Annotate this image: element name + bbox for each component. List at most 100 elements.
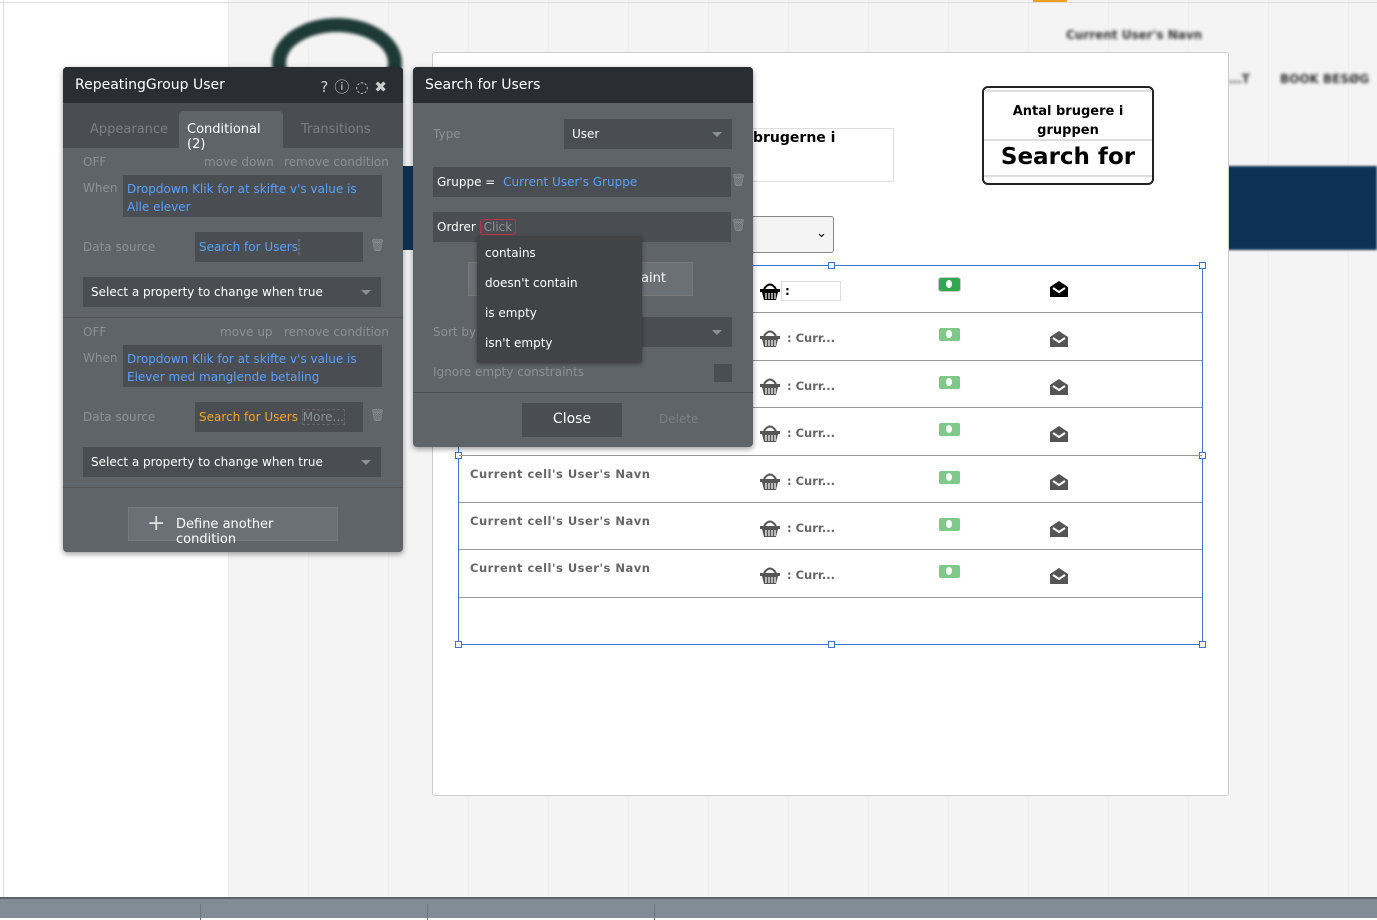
envelope-icon[interactable] bbox=[1049, 280, 1069, 298]
order-value: : Curr... bbox=[787, 331, 836, 346]
condition-block: OFF move up remove condition When Dropdo… bbox=[63, 318, 403, 488]
sort-label: Sort by bbox=[433, 325, 477, 339]
tab-bar: Appearance Conditional (2) Transitions bbox=[63, 103, 403, 152]
envelope-icon[interactable] bbox=[1049, 473, 1069, 491]
caret-down-icon bbox=[361, 290, 371, 295]
money-icon bbox=[939, 423, 960, 437]
basket-icon bbox=[759, 519, 781, 537]
list-item[interactable]: Current cell's User's Navn : Curr... bbox=[459, 550, 1202, 598]
operator-option[interactable]: contains bbox=[477, 236, 642, 266]
trash-icon[interactable]: 🗑 bbox=[370, 408, 385, 422]
more-button[interactable]: More... bbox=[301, 409, 345, 425]
close-icon[interactable]: ✖ bbox=[374, 78, 393, 96]
resize-handle[interactable] bbox=[1199, 641, 1206, 648]
ignore-empty-checkbox[interactable] bbox=[714, 364, 732, 382]
move-button[interactable]: move down bbox=[204, 155, 274, 169]
close-button[interactable]: Close bbox=[522, 403, 622, 437]
comment-icon[interactable]: ◌ bbox=[355, 78, 374, 96]
left-border bbox=[3, 0, 4, 897]
order-value: : Curr... bbox=[787, 473, 836, 488]
basket-icon bbox=[759, 282, 781, 300]
constraint-gruppe[interactable]: Gruppe = Current User's Gruppe bbox=[433, 167, 731, 197]
operator-option[interactable]: is empty bbox=[477, 296, 642, 326]
top-border bbox=[0, 2, 1377, 3]
property-placeholder: Select a property to change when true bbox=[91, 285, 323, 299]
list-item[interactable]: Current cell's User's Navn : Curr... bbox=[459, 503, 1202, 551]
stat-value: Search for bbox=[984, 141, 1152, 177]
when-expression[interactable]: Dropdown Klik for at skifte v's value is… bbox=[123, 345, 382, 387]
tab-transitions[interactable]: Transitions bbox=[301, 122, 371, 137]
money-icon bbox=[938, 277, 961, 292]
nav-item: ...T bbox=[1228, 72, 1250, 86]
property-select[interactable]: Select a property to change when true bbox=[83, 277, 381, 307]
condition-off[interactable]: OFF bbox=[83, 325, 106, 339]
search-panel-header: Search for Users bbox=[413, 67, 753, 103]
data-source-expression[interactable]: Search for Users bbox=[199, 240, 298, 254]
delete-button[interactable]: Delete bbox=[659, 412, 698, 426]
type-select[interactable]: User bbox=[564, 119, 732, 149]
text-element[interactable]: brugerne i bbox=[740, 128, 894, 182]
condition-block: OFF move down remove condition When Drop… bbox=[63, 148, 403, 318]
basket-icon bbox=[759, 566, 781, 585]
panel-header: RepeatingGroup User ?ⓘ◌✖ bbox=[63, 67, 403, 103]
operator-menu: contains doesn't contain is empty isn't emp… bbox=[477, 236, 642, 362]
basket-icon bbox=[759, 329, 781, 348]
when-label: When bbox=[83, 181, 118, 195]
dropdown[interactable]: ⌄ bbox=[748, 216, 834, 253]
remove-condition-button[interactable]: remove condition bbox=[284, 155, 389, 169]
caret-down-icon bbox=[712, 330, 722, 335]
tab-conditional[interactable]: Conditional (2) bbox=[179, 111, 283, 152]
money-icon bbox=[939, 328, 960, 342]
when-expression[interactable]: Dropdown Klik for at skifte v's value is… bbox=[123, 175, 382, 217]
repeating-group-panel: RepeatingGroup User ?ⓘ◌✖ Appearance Cond… bbox=[63, 67, 403, 552]
info-icon[interactable]: ⓘ bbox=[334, 78, 355, 96]
trash-icon[interactable]: 🗑 bbox=[731, 218, 746, 232]
user-name: Current cell's User's Navn bbox=[470, 561, 651, 576]
data-source-expression[interactable]: Search for Users bbox=[199, 410, 298, 424]
divider bbox=[413, 392, 753, 393]
move-button[interactable]: move up bbox=[220, 325, 273, 339]
operator-picker[interactable]: Click bbox=[479, 219, 517, 235]
caret-down-icon bbox=[712, 132, 722, 137]
property-select[interactable]: Select a property to change when true bbox=[83, 447, 381, 477]
constraint-key: Gruppe = bbox=[437, 175, 496, 189]
property-placeholder: Select a property to change when true bbox=[91, 455, 323, 469]
nav-item: BOOK BESØG bbox=[1280, 72, 1370, 86]
search-panel: Search for Users Type User Gruppe = Curr… bbox=[413, 67, 753, 447]
envelope-icon[interactable] bbox=[1049, 567, 1069, 585]
tab-appearance[interactable]: Appearance bbox=[90, 122, 168, 137]
resize-handle[interactable] bbox=[828, 641, 835, 648]
plus-icon: + bbox=[147, 511, 166, 536]
data-source-value[interactable]: Search for Users More... bbox=[195, 402, 363, 432]
basket-icon bbox=[759, 472, 781, 490]
type-label: Type bbox=[433, 127, 461, 141]
operator-option[interactable]: isn't empty bbox=[477, 326, 642, 356]
stat-box[interactable]: Antal brugere i gruppen Search for bbox=[982, 86, 1154, 185]
data-source-value[interactable]: Search for Users bbox=[195, 232, 363, 262]
order-input[interactable]: : bbox=[781, 281, 841, 301]
money-icon bbox=[939, 470, 960, 484]
envelope-icon[interactable] bbox=[1049, 378, 1069, 396]
condition-off[interactable]: OFF bbox=[83, 155, 106, 169]
envelope-icon[interactable] bbox=[1049, 520, 1069, 538]
trash-icon[interactable]: 🗑 bbox=[370, 238, 385, 252]
user-name: Current cell's User's Navn bbox=[470, 466, 651, 481]
top-indicator bbox=[1033, 0, 1067, 2]
trash-icon[interactable]: 🗑 bbox=[731, 173, 746, 187]
list-item[interactable]: Current cell's User's Navn : Curr... bbox=[459, 456, 1202, 503]
define-condition-button[interactable]: + Define another condition bbox=[128, 507, 338, 547]
define-condition-label: Define another condition bbox=[176, 517, 274, 547]
envelope-icon[interactable] bbox=[1049, 425, 1069, 443]
header-user-name: Current User's Navn bbox=[1066, 28, 1203, 42]
more-button[interactable] bbox=[297, 239, 300, 255]
constraint-value[interactable]: Current User's Gruppe bbox=[503, 175, 637, 189]
bottom-bar bbox=[0, 897, 1377, 920]
stat-label: Antal brugere i gruppen bbox=[984, 90, 1152, 141]
when-label: When bbox=[83, 351, 118, 365]
operator-option[interactable]: doesn't contain bbox=[477, 266, 642, 296]
remove-condition-button[interactable]: remove condition bbox=[284, 325, 389, 339]
resize-handle[interactable] bbox=[455, 641, 462, 648]
help-icon[interactable]: ? bbox=[320, 78, 334, 96]
order-value: : Curr... bbox=[787, 521, 836, 535]
envelope-icon[interactable] bbox=[1049, 330, 1069, 348]
